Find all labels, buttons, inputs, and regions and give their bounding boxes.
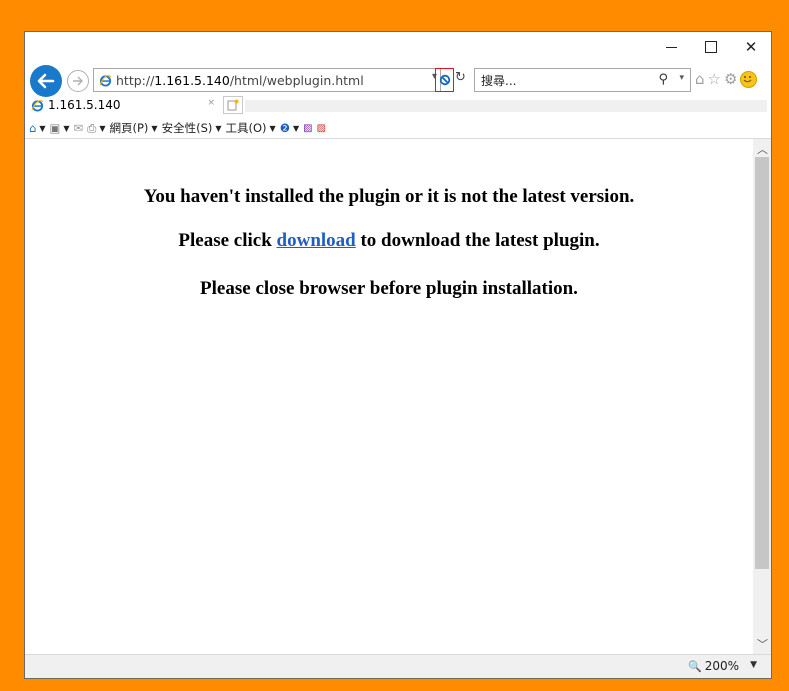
window-caption-buttons: ✕ (651, 32, 771, 62)
feeds-icon: ▣ (49, 121, 61, 135)
tab-title: 1.161.5.140 (48, 98, 121, 112)
maximize-button[interactable] (691, 32, 731, 62)
feeds-button[interactable]: ▣ ▼ (49, 121, 69, 135)
search-box[interactable]: 搜尋... ⚲ ▾ (474, 68, 691, 92)
chevron-down-icon: ▼ (293, 123, 300, 133)
new-tab-icon (227, 99, 239, 111)
smiley-feedback-icon[interactable] (740, 70, 758, 88)
mail-icon: ✉ (73, 121, 84, 135)
chevron-down-icon: ▼ (99, 123, 106, 133)
print-icon: ⎙ (87, 120, 97, 135)
maximize-icon (705, 41, 717, 53)
refresh-icon[interactable]: ↻ (455, 70, 466, 85)
blocked-content-icon (439, 74, 450, 86)
mail-button[interactable]: ✉ (74, 121, 84, 135)
chevron-down-icon: ▼ (151, 123, 158, 133)
close-browser-note: Please close browser before plugin insta… (200, 278, 578, 299)
tab-row: 1.161.5.140 × (25, 94, 771, 116)
download-link[interactable]: download (277, 230, 356, 251)
back-button[interactable] (30, 65, 62, 97)
download-instruction: Please click download to download the la… (25, 230, 753, 252)
tools-menu-label: 工具(O) (225, 121, 267, 135)
safety-menu[interactable]: 安全性(S) ▼ (162, 120, 222, 136)
chevron-down-icon: ▼ (63, 123, 70, 133)
scroll-up-icon[interactable]: ︿ (757, 141, 768, 157)
download-instruction-before: Please click (178, 230, 277, 251)
home-menu-button[interactable]: ⌂ ▼ (29, 121, 45, 135)
home-icon[interactable]: ⌂ (695, 70, 705, 88)
tab-ie-logo-icon (31, 99, 44, 112)
tools-menu[interactable]: 工具(O) ▼ (226, 120, 276, 136)
settings-gear-icon[interactable]: ⚙ (724, 70, 737, 88)
scrollbar-thumb[interactable] (755, 157, 769, 569)
url-prefix: http:// (116, 72, 155, 88)
download-instruction-after: to download the latest plugin. (355, 230, 600, 251)
zoom-level: 200% (704, 659, 739, 673)
vertical-scrollbar[interactable]: ︿ ﹀ (753, 139, 771, 654)
favorites-star-icon[interactable]: ☆ (708, 70, 721, 88)
address-bar[interactable]: http://1.161.5.140/html/webplugin.html ▾ (93, 68, 441, 92)
url-path: /html/webplugin.html (229, 72, 364, 88)
new-tab-button[interactable] (223, 96, 243, 114)
search-icon[interactable]: ⚲ (658, 72, 668, 87)
help-icon: ❷ (279, 121, 291, 135)
home-small-icon: ⌂ (29, 121, 37, 135)
zoom-dropdown-icon[interactable]: ▼ (750, 660, 757, 670)
back-arrow-icon (37, 73, 55, 89)
scroll-down-icon[interactable]: ﹀ (757, 636, 768, 652)
tab-close-icon[interactable]: × (207, 98, 215, 108)
chevron-down-icon: ▼ (215, 123, 222, 133)
forward-arrow-icon (73, 76, 83, 86)
research-icon: ▨ (316, 122, 327, 134)
plugin-warning-text: You haven't installed the plugin or it i… (143, 186, 635, 207)
navigation-bar: http://1.161.5.140/html/webplugin.html ▾… (25, 62, 771, 97)
command-bar: ⌂ ▼ ▣ ▼ ✉ ⎙ ▼ 網頁(P) ▼ 安全性(S) ▼ 工具(O) ▼ ❷ ▼ ▨ ▨ (25, 118, 771, 139)
help-menu[interactable]: ❷ ▼ (280, 121, 299, 135)
status-bar: 🔍 200% ▼ (25, 654, 771, 678)
chevron-down-icon: ▼ (39, 123, 46, 133)
close-icon: ✕ (744, 38, 758, 56)
print-button[interactable]: ⎙ ▼ (87, 121, 105, 136)
search-placeholder: 搜尋... (481, 73, 517, 88)
zoom-icon: 🔍 (687, 659, 702, 673)
page-content: You haven't installed the plugin or it i… (25, 139, 753, 654)
research-button[interactable]: ▨ (317, 123, 326, 134)
zoom-control[interactable]: 🔍 200% (688, 659, 739, 673)
chevron-down-icon: ▼ (269, 123, 276, 133)
minimize-button[interactable] (651, 32, 691, 62)
minimize-icon (665, 46, 677, 48)
tab-active[interactable]: 1.161.5.140 × (28, 94, 218, 116)
onenote-button[interactable]: ▨ (303, 123, 312, 134)
search-dropdown-icon[interactable]: ▾ (679, 73, 684, 83)
close-window-button[interactable]: ✕ (731, 32, 771, 62)
safety-menu-label: 安全性(S) (161, 121, 213, 135)
onenote-icon: ▨ (303, 122, 313, 134)
forward-button[interactable] (67, 70, 89, 92)
url-host: 1.161.5.140 (154, 72, 230, 88)
smiley-face-icon (744, 75, 752, 82)
browser-toolbar-icons: ⌂ ☆ ⚙ (695, 70, 758, 88)
tab-strip-background (245, 100, 767, 112)
address-url: http://1.161.5.140/html/webplugin.html (116, 73, 364, 88)
page-menu[interactable]: 網頁(P) ▼ (110, 120, 158, 136)
blocked-content-button[interactable] (435, 68, 454, 92)
ie-logo-icon (99, 74, 112, 87)
page-menu-label: 網頁(P) (109, 121, 149, 135)
browser-window: ✕ http://1.161.5.140/html/webplugin.html… (24, 31, 772, 679)
